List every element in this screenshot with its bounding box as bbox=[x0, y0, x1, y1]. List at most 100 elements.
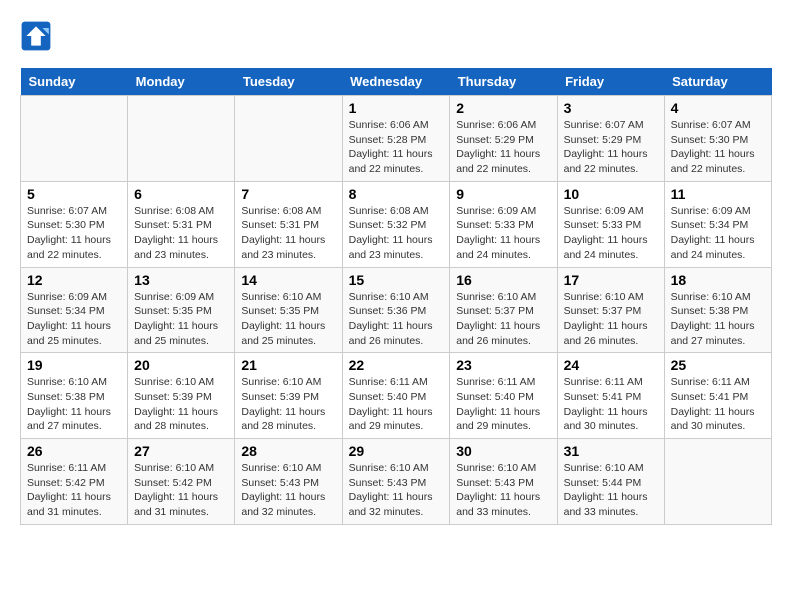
day-info: Sunrise: 6:10 AM Sunset: 5:38 PM Dayligh… bbox=[671, 290, 765, 349]
day-number: 25 bbox=[671, 357, 765, 373]
day-info: Sunrise: 6:10 AM Sunset: 5:39 PM Dayligh… bbox=[241, 375, 335, 434]
day-info: Sunrise: 6:10 AM Sunset: 5:43 PM Dayligh… bbox=[241, 461, 335, 520]
day-cell: 24 Sunrise: 6:11 AM Sunset: 5:41 PM Dayli… bbox=[557, 353, 664, 439]
day-cell: 25 Sunrise: 6:11 AM Sunset: 5:41 PM Dayli… bbox=[664, 353, 771, 439]
day-cell: 18 Sunrise: 6:10 AM Sunset: 5:38 PM Dayli… bbox=[664, 267, 771, 353]
day-info: Sunrise: 6:06 AM Sunset: 5:29 PM Dayligh… bbox=[456, 118, 550, 177]
day-cell: 11 Sunrise: 6:09 AM Sunset: 5:34 PM Dayli… bbox=[664, 181, 771, 267]
day-info: Sunrise: 6:10 AM Sunset: 5:42 PM Dayligh… bbox=[134, 461, 228, 520]
header-friday: Friday bbox=[557, 68, 664, 96]
calendar-table: SundayMondayTuesdayWednesdayThursdayFrid… bbox=[20, 68, 772, 525]
day-number: 28 bbox=[241, 443, 335, 459]
day-cell: 3 Sunrise: 6:07 AM Sunset: 5:29 PM Daylig… bbox=[557, 96, 664, 182]
day-info: Sunrise: 6:08 AM Sunset: 5:32 PM Dayligh… bbox=[349, 204, 444, 263]
day-info: Sunrise: 6:08 AM Sunset: 5:31 PM Dayligh… bbox=[241, 204, 335, 263]
day-cell: 8 Sunrise: 6:08 AM Sunset: 5:32 PM Daylig… bbox=[342, 181, 450, 267]
day-info: Sunrise: 6:10 AM Sunset: 5:35 PM Dayligh… bbox=[241, 290, 335, 349]
day-number: 15 bbox=[349, 272, 444, 288]
day-number: 13 bbox=[134, 272, 228, 288]
day-info: Sunrise: 6:10 AM Sunset: 5:39 PM Dayligh… bbox=[134, 375, 228, 434]
day-info: Sunrise: 6:11 AM Sunset: 5:40 PM Dayligh… bbox=[456, 375, 550, 434]
week-row-1: 1Sunrise: 6:06 AM Sunset: 5:28 PM Daylig… bbox=[21, 96, 772, 182]
day-number: 3 bbox=[564, 100, 658, 116]
day-number: 10 bbox=[564, 186, 658, 202]
day-number: 8 bbox=[349, 186, 444, 202]
day-cell: 16 Sunrise: 6:10 AM Sunset: 5:37 PM Dayli… bbox=[450, 267, 557, 353]
day-number: 24 bbox=[564, 357, 658, 373]
day-info: Sunrise: 6:10 AM Sunset: 5:37 PM Dayligh… bbox=[564, 290, 658, 349]
day-info: Sunrise: 6:09 AM Sunset: 5:34 PM Dayligh… bbox=[27, 290, 121, 349]
day-number: 22 bbox=[349, 357, 444, 373]
day-info: Sunrise: 6:11 AM Sunset: 5:41 PM Dayligh… bbox=[564, 375, 658, 434]
day-cell: 6 Sunrise: 6:08 AM Sunset: 5:31 PM Daylig… bbox=[128, 181, 235, 267]
day-number: 12 bbox=[27, 272, 121, 288]
day-cell: 23Sunrise: 6:11 AM Sunset: 5:40 PM Dayli… bbox=[450, 353, 557, 439]
day-info: Sunrise: 6:07 AM Sunset: 5:29 PM Dayligh… bbox=[564, 118, 658, 177]
header-sunday: Sunday bbox=[21, 68, 128, 96]
day-cell bbox=[664, 439, 771, 525]
day-number: 6 bbox=[134, 186, 228, 202]
day-number: 30 bbox=[456, 443, 550, 459]
day-info: Sunrise: 6:10 AM Sunset: 5:38 PM Dayligh… bbox=[27, 375, 121, 434]
day-number: 2 bbox=[456, 100, 550, 116]
day-number: 29 bbox=[349, 443, 444, 459]
header-saturday: Saturday bbox=[664, 68, 771, 96]
day-number: 11 bbox=[671, 186, 765, 202]
day-cell: 10 Sunrise: 6:09 AM Sunset: 5:33 PM Dayli… bbox=[557, 181, 664, 267]
day-cell bbox=[21, 96, 128, 182]
day-info: Sunrise: 6:11 AM Sunset: 5:42 PM Dayligh… bbox=[27, 461, 121, 520]
day-number: 1 bbox=[349, 100, 444, 116]
day-info: Sunrise: 6:10 AM Sunset: 5:36 PM Dayligh… bbox=[349, 290, 444, 349]
day-cell: 19 Sunrise: 6:10 AM Sunset: 5:38 PM Dayli… bbox=[21, 353, 128, 439]
week-row-3: 12 Sunrise: 6:09 AM Sunset: 5:34 PM Dayli… bbox=[21, 267, 772, 353]
day-info: Sunrise: 6:07 AM Sunset: 5:30 PM Dayligh… bbox=[27, 204, 121, 263]
day-info: Sunrise: 6:09 AM Sunset: 5:33 PM Dayligh… bbox=[456, 204, 550, 263]
day-cell: 13 Sunrise: 6:09 AM Sunset: 5:35 PM Dayli… bbox=[128, 267, 235, 353]
day-number: 14 bbox=[241, 272, 335, 288]
day-cell: 30 Sunrise: 6:10 AM Sunset: 5:43 PM Dayli… bbox=[450, 439, 557, 525]
day-number: 5 bbox=[27, 186, 121, 202]
day-number: 31 bbox=[564, 443, 658, 459]
header-monday: Monday bbox=[128, 68, 235, 96]
logo-icon bbox=[20, 20, 52, 52]
day-cell: 28 Sunrise: 6:10 AM Sunset: 5:43 PM Dayli… bbox=[235, 439, 342, 525]
day-cell: 29 Sunrise: 6:10 AM Sunset: 5:43 PM Dayli… bbox=[342, 439, 450, 525]
day-cell: 5 Sunrise: 6:07 AM Sunset: 5:30 PM Daylig… bbox=[21, 181, 128, 267]
day-cell: 27 Sunrise: 6:10 AM Sunset: 5:42 PM Dayli… bbox=[128, 439, 235, 525]
day-info: Sunrise: 6:07 AM Sunset: 5:30 PM Dayligh… bbox=[671, 118, 765, 177]
day-info: Sunrise: 6:11 AM Sunset: 5:41 PM Dayligh… bbox=[671, 375, 765, 434]
day-cell: 31Sunrise: 6:10 AM Sunset: 5:44 PM Dayli… bbox=[557, 439, 664, 525]
day-cell: 14 Sunrise: 6:10 AM Sunset: 5:35 PM Dayli… bbox=[235, 267, 342, 353]
week-row-5: 26Sunrise: 6:11 AM Sunset: 5:42 PM Dayli… bbox=[21, 439, 772, 525]
day-info: Sunrise: 6:09 AM Sunset: 5:35 PM Dayligh… bbox=[134, 290, 228, 349]
day-number: 9 bbox=[456, 186, 550, 202]
day-cell: 21 Sunrise: 6:10 AM Sunset: 5:39 PM Dayli… bbox=[235, 353, 342, 439]
day-number: 4 bbox=[671, 100, 765, 116]
day-number: 7 bbox=[241, 186, 335, 202]
day-number: 21 bbox=[241, 357, 335, 373]
calendar-header-row: SundayMondayTuesdayWednesdayThursdayFrid… bbox=[21, 68, 772, 96]
week-row-2: 5 Sunrise: 6:07 AM Sunset: 5:30 PM Daylig… bbox=[21, 181, 772, 267]
day-cell: 9 Sunrise: 6:09 AM Sunset: 5:33 PM Daylig… bbox=[450, 181, 557, 267]
day-number: 19 bbox=[27, 357, 121, 373]
day-info: Sunrise: 6:10 AM Sunset: 5:43 PM Dayligh… bbox=[349, 461, 444, 520]
logo bbox=[20, 20, 56, 52]
week-row-4: 19 Sunrise: 6:10 AM Sunset: 5:38 PM Dayli… bbox=[21, 353, 772, 439]
day-number: 27 bbox=[134, 443, 228, 459]
day-info: Sunrise: 6:10 AM Sunset: 5:37 PM Dayligh… bbox=[456, 290, 550, 349]
day-info: Sunrise: 6:08 AM Sunset: 5:31 PM Dayligh… bbox=[134, 204, 228, 263]
day-info: Sunrise: 6:11 AM Sunset: 5:40 PM Dayligh… bbox=[349, 375, 444, 434]
day-cell: 20 Sunrise: 6:10 AM Sunset: 5:39 PM Dayli… bbox=[128, 353, 235, 439]
day-cell: 22 Sunrise: 6:11 AM Sunset: 5:40 PM Dayli… bbox=[342, 353, 450, 439]
day-number: 18 bbox=[671, 272, 765, 288]
day-number: 20 bbox=[134, 357, 228, 373]
day-info: Sunrise: 6:09 AM Sunset: 5:33 PM Dayligh… bbox=[564, 204, 658, 263]
day-info: Sunrise: 6:09 AM Sunset: 5:34 PM Dayligh… bbox=[671, 204, 765, 263]
header-thursday: Thursday bbox=[450, 68, 557, 96]
day-cell bbox=[128, 96, 235, 182]
day-info: Sunrise: 6:10 AM Sunset: 5:43 PM Dayligh… bbox=[456, 461, 550, 520]
day-cell: 1Sunrise: 6:06 AM Sunset: 5:28 PM Daylig… bbox=[342, 96, 450, 182]
day-cell: 7 Sunrise: 6:08 AM Sunset: 5:31 PM Daylig… bbox=[235, 181, 342, 267]
day-number: 16 bbox=[456, 272, 550, 288]
day-cell: 12 Sunrise: 6:09 AM Sunset: 5:34 PM Dayli… bbox=[21, 267, 128, 353]
